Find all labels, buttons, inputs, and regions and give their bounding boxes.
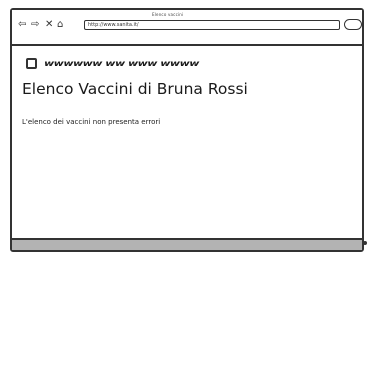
search-pill-icon[interactable] xyxy=(344,19,362,30)
status-message: L'elenco dei vaccini non presenta errori xyxy=(22,118,161,126)
browser-window: Elenco vaccini ⇦ ⇨ ✕ ⌂ http://www.sanita… xyxy=(10,8,367,252)
status-bar xyxy=(12,238,367,250)
back-arrow-icon[interactable]: ⇦ xyxy=(18,19,26,31)
url-text: http://www.sanita.it/ xyxy=(88,22,139,28)
home-icon[interactable]: ⌂ xyxy=(57,19,63,31)
forward-arrow-icon[interactable]: ⇨ xyxy=(31,19,39,31)
url-input[interactable]: http://www.sanita.it/ xyxy=(84,20,340,30)
heading-scribble: wwwwww ww www wwww xyxy=(44,58,199,69)
checkbox[interactable] xyxy=(26,58,37,69)
close-icon[interactable]: ✕ xyxy=(45,19,53,31)
browser-toolbar: Elenco vaccini ⇦ ⇨ ✕ ⌂ http://www.sanita… xyxy=(12,10,362,46)
window-title: Elenco vaccini xyxy=(152,12,184,17)
resize-handle[interactable] xyxy=(363,241,367,245)
page-content: wwwwww ww www wwww Elenco Vaccini di Bru… xyxy=(12,44,362,238)
page-title: Elenco Vaccini di Bruna Rossi xyxy=(22,80,248,98)
